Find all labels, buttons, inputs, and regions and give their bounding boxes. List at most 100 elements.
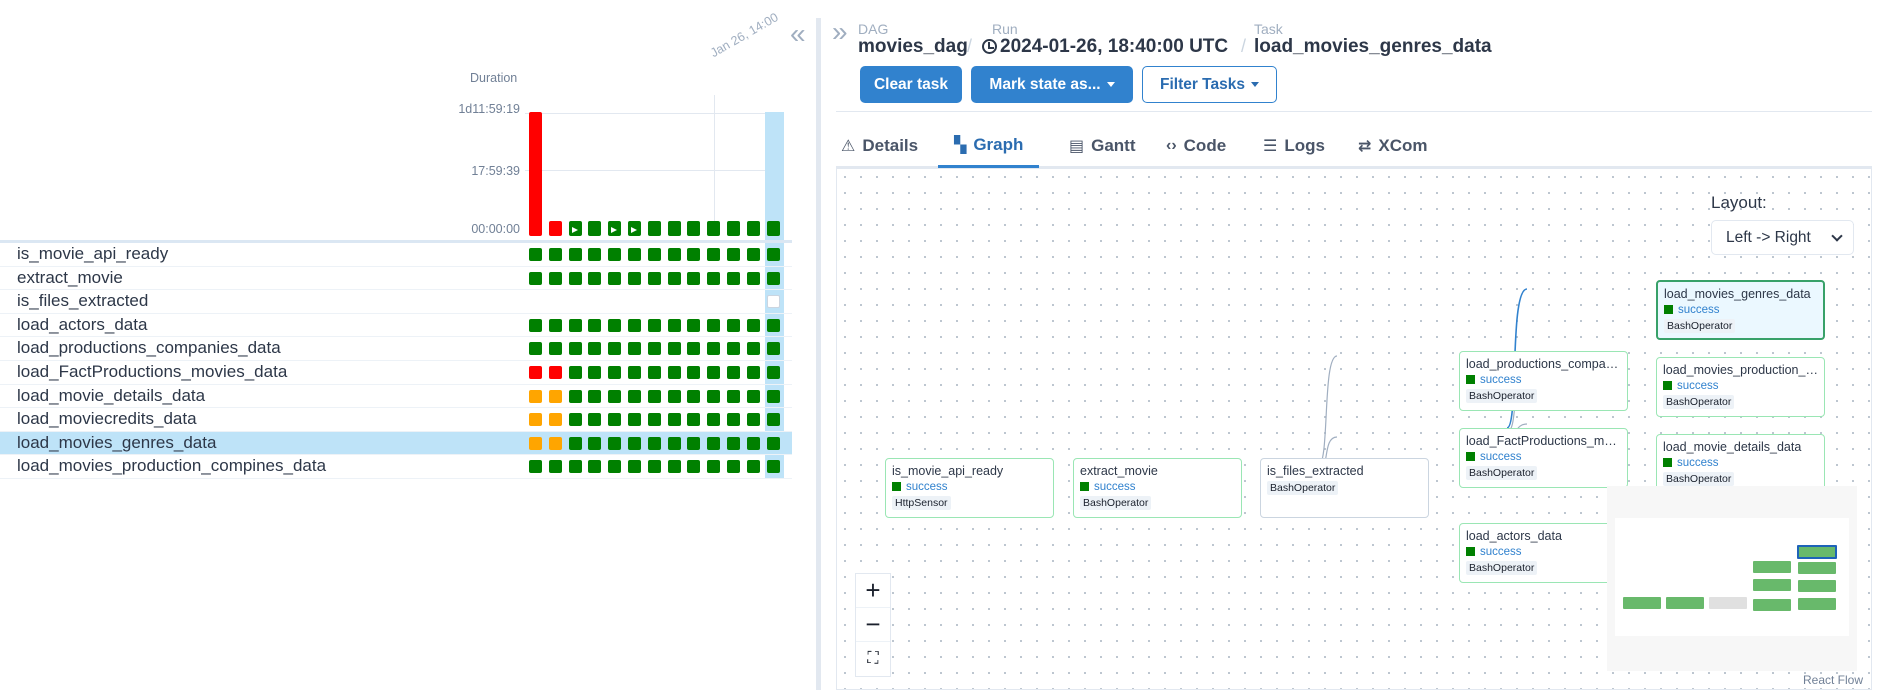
task-instance-cell[interactable] [707,460,721,474]
task-instance-cell[interactable] [707,318,721,332]
task-instance-cell[interactable] [687,460,701,474]
task-instance-cell[interactable] [647,248,661,261]
graph-node[interactable]: load_actors_data success BashOperator [1459,523,1628,583]
task-instance-cell[interactable] [766,413,780,427]
task-instance-cell[interactable] [647,413,661,427]
task-instance-cell[interactable] [529,460,542,474]
task-instance-cell[interactable] [628,342,641,356]
task-instance-cell[interactable] [548,413,562,427]
task-instance-cell[interactable] [687,366,701,379]
task-name[interactable]: load_movies_production_compines_data [17,456,326,476]
expand-details-icon[interactable]: » [832,16,848,48]
breadcrumb-run[interactable]: Run 2024-01-26, 18:40:00 UTC [982,22,1228,58]
task-instance-cell[interactable] [667,460,681,474]
tab-gantt[interactable]: ▤ Gantt [1069,124,1136,168]
task-instance-cell[interactable] [667,389,681,403]
task-instance-cell[interactable] [608,271,622,285]
filter-tasks-button[interactable]: Filter Tasks [1142,66,1277,103]
run-bar[interactable] [548,221,562,236]
task-instance-cell[interactable] [667,248,681,261]
task-instance-cell[interactable] [667,342,681,356]
zoom-in-button[interactable]: + [856,574,890,608]
task-instance-cell[interactable] [529,413,542,427]
graph-node[interactable]: load_productions_compani... success Bash… [1459,351,1628,411]
task-instance-cell[interactable] [568,271,582,285]
task-name[interactable]: load_actors_data [17,315,147,335]
task-instance-cell[interactable] [529,436,542,450]
task-instance-cell[interactable] [727,460,740,474]
graph-node[interactable]: extract_movie success BashOperator [1073,458,1242,518]
task-instance-cell[interactable] [647,436,661,450]
task-instance-cell[interactable] [766,436,780,450]
task-instance-cell[interactable] [608,389,622,403]
task-name[interactable]: load_FactProductions_movies_data [17,362,287,382]
task-instance-cell[interactable] [568,342,582,356]
task-instance-cell[interactable] [608,366,622,379]
task-instance-cell[interactable] [746,342,760,356]
task-instance-cell[interactable] [588,271,602,285]
task-instance-cell[interactable] [568,460,582,474]
task-instance-cell[interactable] [628,436,641,450]
task-instance-cell[interactable] [727,271,740,285]
task-instance-cell[interactable] [628,460,641,474]
task-instance-cell[interactable] [588,248,602,261]
tab-code[interactable]: ‹› Code [1166,124,1226,168]
task-instance-cell[interactable] [766,271,780,285]
task-instance-cell[interactable] [588,318,602,332]
task-instance-cell[interactable] [667,366,681,379]
task-instance-cell[interactable] [687,413,701,427]
run-bar[interactable] [588,221,602,236]
task-row[interactable]: load_movie_details_data [0,385,792,409]
task-instance-cell[interactable] [707,366,721,379]
task-instance-cell[interactable] [628,271,641,285]
task-instance-cell[interactable] [707,271,721,285]
run-bar[interactable] [647,221,661,236]
task-instance-cell[interactable] [746,436,760,450]
breadcrumb-task-value[interactable]: load_movies_genres_data [1254,36,1492,58]
task-instance-cell[interactable] [628,248,641,261]
task-instance-cell[interactable] [647,342,661,356]
task-instance-cell[interactable] [608,413,622,427]
task-instance-cell[interactable] [608,460,622,474]
task-instance-cell[interactable] [687,248,701,261]
task-instance-cell[interactable] [687,271,701,285]
task-name[interactable]: load_productions_companies_data [17,338,281,358]
task-instance-cell[interactable] [746,318,760,332]
run-bar[interactable] [608,221,622,236]
run-bar[interactable] [529,112,542,236]
task-instance-cell[interactable] [766,318,780,332]
task-instance-cell[interactable] [727,413,740,427]
task-instance-cell[interactable] [647,460,661,474]
tab-logs[interactable]: ☰ Logs [1263,124,1325,168]
run-bar[interactable] [687,221,701,236]
task-instance-cell[interactable] [727,248,740,261]
breadcrumb-run-value-wrap[interactable]: 2024-01-26, 18:40:00 UTC [982,36,1228,58]
task-instance-cell[interactable] [727,342,740,356]
task-instance-cell[interactable] [746,271,760,285]
run-bar[interactable] [766,221,780,236]
task-row[interactable]: load_productions_companies_data [0,337,792,361]
task-instance-cell[interactable] [746,413,760,427]
layout-select[interactable]: Left -> Right [1711,220,1854,255]
task-instance-cell[interactable] [727,389,740,403]
task-row[interactable]: load_actors_data [0,314,792,338]
task-instance-cell[interactable] [647,318,661,332]
minimap[interactable] [1607,486,1857,671]
task-instance-cell[interactable] [687,436,701,450]
task-name[interactable]: is_files_extracted [17,291,148,311]
task-instance-cell[interactable] [588,460,602,474]
task-instance-cell[interactable] [727,318,740,332]
zoom-out-button[interactable]: − [856,608,890,642]
breadcrumb-task[interactable]: Task load_movies_genres_data [1254,22,1492,58]
task-instance-cell[interactable] [707,342,721,356]
task-name[interactable]: load_moviecredits_data [17,409,197,429]
task-instance-cell[interactable] [529,248,542,261]
task-instance-cell[interactable] [568,413,582,427]
task-instance-cell[interactable] [548,271,562,285]
task-instance-cell[interactable] [588,389,602,403]
task-instance-cell[interactable] [766,342,780,356]
run-bar[interactable] [707,221,721,236]
task-instance-cell[interactable] [548,342,562,356]
breadcrumb-dag-value[interactable]: movies_dag [858,36,968,58]
task-instance-cell[interactable] [628,389,641,403]
